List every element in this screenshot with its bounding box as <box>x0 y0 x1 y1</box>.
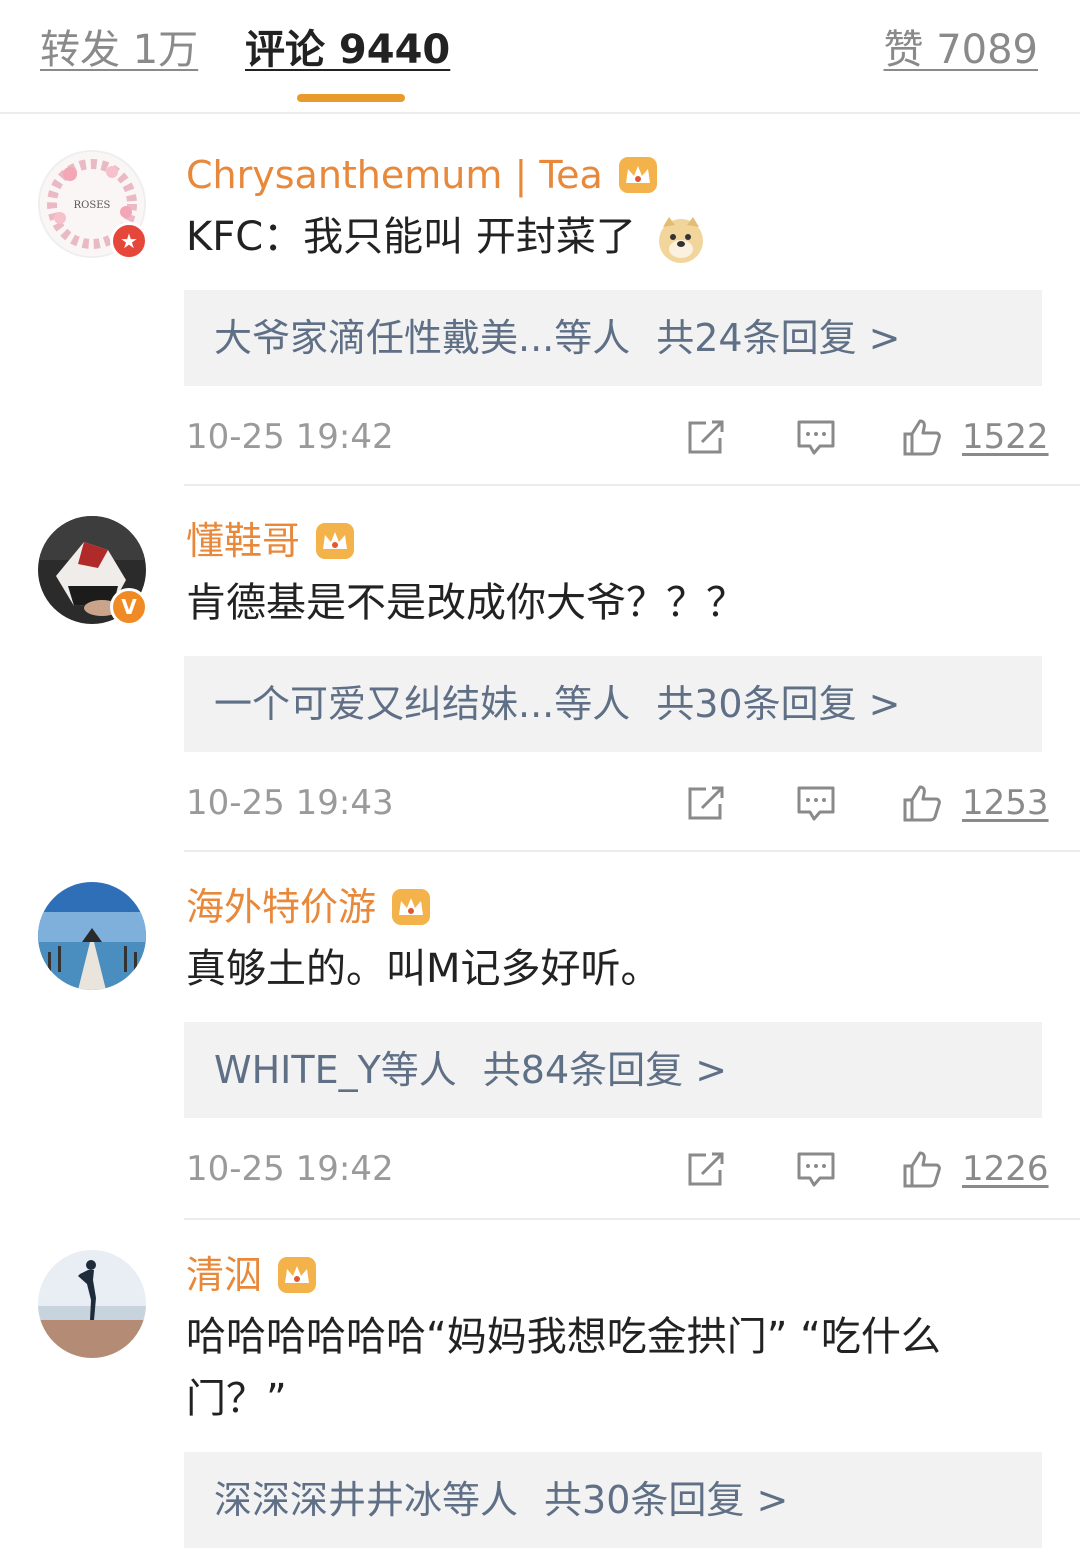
beach-silhouette-avatar-image <box>38 1250 146 1358</box>
crown-membership-icon <box>278 1257 317 1293</box>
crown-membership-icon <box>316 523 355 559</box>
like-thumb-icon[interactable] <box>902 1150 942 1188</box>
comment-text: KFC：我只能叫 开封菜了 <box>186 206 1046 268</box>
star-badge-icon: ★ <box>110 222 148 260</box>
username[interactable]: 清泅 <box>186 1250 318 1300</box>
share-icon[interactable] <box>686 418 726 456</box>
comment-icon[interactable] <box>796 784 836 822</box>
tab-repost[interactable]: 转发 1万 <box>40 22 198 78</box>
replies-users: 大爷家滴任性戴美...等人 <box>214 316 631 360</box>
comment-item: V 懂鞋哥 肯德基是不是改成你大爷？？？ 一个可爱又纠结妹...等人 共30条回复… <box>0 480 1080 850</box>
comment-text: 真够土的。叫M记多好听。 <box>186 946 661 992</box>
comment-text: 肯德基是不是改成你大爷？？？ <box>186 580 746 626</box>
comment-item: ROSES ★ Chrysanthemum | Tea KFC：我只能叫 开封菜… <box>0 114 1080 484</box>
replies-count-link[interactable]: 共30条回复 > <box>544 1478 788 1522</box>
comment-item: 海外特价游 真够土的。叫M记多好听。 WHITE_Y等人 共84条回复 > 10-… <box>0 846 1080 1216</box>
avatar[interactable] <box>38 1250 146 1358</box>
like-count[interactable]: 1522 <box>962 412 1049 462</box>
comment-meta: 10-25 19:42 1522 <box>186 412 1049 462</box>
avatar[interactable] <box>38 882 146 990</box>
replies-users: WHITE_Y等人 <box>214 1048 457 1092</box>
replies-count-link[interactable]: 共84条回复 > <box>483 1048 727 1092</box>
replies-preview[interactable]: 一个可爱又纠结妹...等人 共30条回复 > <box>184 656 1042 752</box>
tab-comments[interactable]: 评论 9440 <box>245 22 450 78</box>
replies-users: 一个可爱又纠结妹...等人 <box>214 682 631 726</box>
username[interactable]: 海外特价游 <box>186 882 432 932</box>
username[interactable]: Chrysanthemum | Tea <box>186 150 659 200</box>
like-thumb-icon[interactable] <box>902 784 942 822</box>
comment-icon[interactable] <box>796 418 836 456</box>
crown-membership-icon <box>392 889 431 925</box>
comment-item: 清泅 哈哈哈哈哈哈“妈妈我想吃金拱门” “吃什么门？” 深深深井井冰等人 共30条… <box>0 1214 1080 1548</box>
replies-preview[interactable]: 深深深井井冰等人 共30条回复 > <box>184 1452 1042 1548</box>
doge-emoji-icon <box>658 217 703 263</box>
share-icon[interactable] <box>686 1150 726 1188</box>
pier-avatar-image <box>38 882 146 990</box>
username-text: 清泅 <box>186 1253 263 1297</box>
replies-preview[interactable]: WHITE_Y等人 共84条回复 > <box>184 1022 1042 1118</box>
like-thumb-icon[interactable] <box>902 418 942 456</box>
username-text: 懂鞋哥 <box>186 519 301 563</box>
replies-users: 深深深井井冰等人 <box>214 1478 519 1522</box>
username-text: 海外特价游 <box>186 885 377 929</box>
replies-preview[interactable]: 大爷家滴任性戴美...等人 共24条回复 > <box>184 290 1042 386</box>
comment-tab-bar: 转发 1万 评论 9440 赞 7089 <box>0 0 1080 114</box>
replies-count-link[interactable]: 共30条回复 > <box>656 682 900 726</box>
replies-count-link[interactable]: 共24条回复 > <box>656 316 900 360</box>
comment-time: 10-25 19:43 <box>186 783 394 823</box>
comment-meta: 10-25 19:43 1253 <box>186 778 1049 828</box>
username[interactable]: 懂鞋哥 <box>186 516 356 566</box>
comment-meta: 10-25 19:42 1226 <box>186 1144 1049 1194</box>
tab-likes[interactable]: 赞 7089 <box>883 22 1038 78</box>
like-count[interactable]: 1226 <box>962 1144 1049 1194</box>
crown-membership-icon <box>618 157 657 193</box>
share-icon[interactable] <box>686 784 726 822</box>
avatar-logo-text: ROSES <box>74 200 111 211</box>
comment-time: 10-25 19:42 <box>186 417 394 457</box>
comment-icon[interactable] <box>796 1150 836 1188</box>
username-text: Chrysanthemum | Tea <box>186 153 603 197</box>
comment-text: 哈哈哈哈哈哈“妈妈我想吃金拱门” “吃什么门？” <box>186 1314 941 1422</box>
comment-text-body: KFC：我只能叫 开封菜了 <box>186 214 636 260</box>
like-count[interactable]: 1253 <box>962 778 1049 828</box>
comment-time: 10-25 19:42 <box>186 1149 394 1189</box>
verified-v-badge-icon: V <box>110 588 148 626</box>
active-tab-indicator <box>297 94 405 102</box>
